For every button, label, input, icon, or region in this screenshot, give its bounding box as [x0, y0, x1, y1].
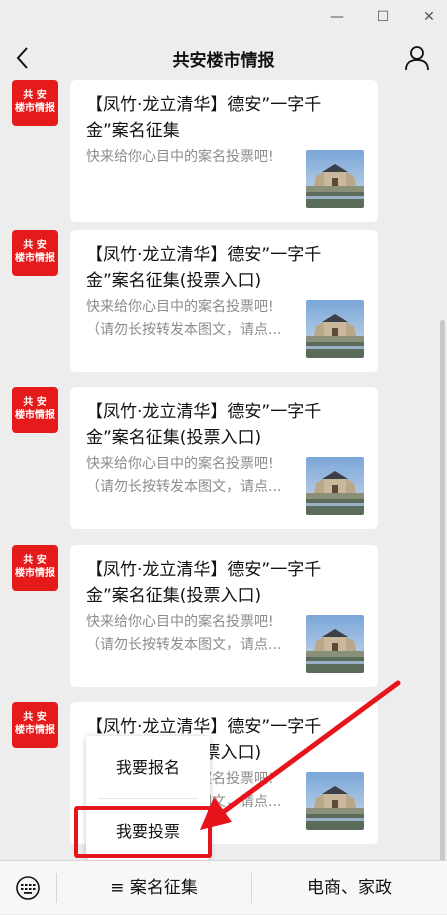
bottom-menu-services[interactable]: 电商、家政: [252, 861, 447, 915]
article-thumbnail: [306, 615, 364, 673]
article-title: 【凤竹·龙立清华】德安”一字千金”案名征集(投票入口): [86, 402, 322, 448]
avatar[interactable]: 共 安楼市情报: [12, 702, 58, 748]
avatar-label: 共 安: [23, 397, 47, 408]
avatar-label: 共 安: [23, 90, 47, 101]
vote-highlight-box: [74, 806, 212, 858]
article-title: 【凤竹·龙立清华】德安”一字千金”案名征集(投票入口): [86, 245, 322, 291]
message-feed[interactable]: 共 安楼市情报 【凤竹·龙立清华】德安”一字千金”案名征集 快来给你心目中的案名投票…: [0, 80, 447, 860]
avatar-label: 楼市情报: [15, 725, 55, 736]
article-thumbnail: [306, 300, 364, 358]
message-item: 共 安楼市情报【凤竹·龙立清华】德安”一字千金”案名征集(投票入口)快来给你心目…: [0, 545, 447, 695]
message-item: 共 安楼市情报【凤竹·龙立清华】德安”一字千金”案名征集(投票入口)快来给你心目…: [0, 230, 447, 380]
menu-item-signup[interactable]: 我要报名: [86, 746, 210, 790]
bottom-menu-campaign[interactable]: ≡ 案名征集: [57, 861, 251, 915]
avatar-label: 共 安: [23, 555, 47, 566]
article-thumbnail: [306, 457, 364, 515]
avatar-label: 楼市情报: [15, 103, 55, 114]
article-description: 快来给你心目中的案名投票吧! （请勿长按转发本图文，请点...: [86, 614, 282, 653]
avatar-label: 楼市情报: [15, 568, 55, 579]
article-card[interactable]: 【凤竹·龙立清华】德安”一字千金”案名征集(投票入口) 快来给你心目中的案名投票吧…: [70, 545, 378, 687]
keyboard-toggle-button[interactable]: [14, 876, 42, 900]
article-title: 【凤竹·龙立清华】德安”一字千金”案名征集: [86, 95, 322, 141]
article-thumbnail: [306, 772, 364, 830]
minimize-button[interactable]: —: [326, 6, 348, 28]
article-description: 快来给你心目中的案名投票吧! （请勿长按转发本图文，请点...: [86, 299, 282, 338]
avatar[interactable]: 共 安楼市情报: [12, 545, 58, 591]
article-card[interactable]: 【凤竹·龙立清华】德安”一字千金”案名征集(投票入口) 快来给你心目中的案名投票吧…: [70, 387, 378, 529]
bottom-menu-bar: ≡ 案名征集 电商、家政: [0, 860, 447, 914]
maximize-button[interactable]: ☐: [372, 6, 394, 28]
article-card[interactable]: 【凤竹·龙立清华】德安”一字千金”案名征集快来给你心目中的案名投票吧!: [70, 80, 378, 222]
avatar[interactable]: 共 安楼市情报: [12, 80, 58, 126]
message-item: 共 安楼市情报 【凤竹·龙立清华】德安”一字千金”案名征集 快来给你心目中的案名投票…: [0, 80, 447, 230]
window-title-bar: — ☐ ✕: [0, 0, 447, 36]
article-card[interactable]: 【凤竹·龙立清华】德安”一字千金”案名征集(投票入口) 快来给你心目中的案名投票吧…: [70, 230, 378, 372]
avatar-label: 共 安: [23, 712, 47, 723]
avatar-label: 楼市情报: [15, 410, 55, 421]
article-description: 快来给你心目中的案名投票吧! （请勿长按转发本图文，请点...: [86, 456, 282, 495]
keyboard-icon: [16, 876, 40, 900]
message-item: 共 安楼市情报【凤竹·龙立清华】德安”一字千金”案名征集(投票入口)快来给你心目…: [0, 387, 447, 537]
user-icon: [405, 46, 429, 71]
message-item: 共 安楼市情报【凤竹·龙立清华】德安”一字千金”案名征集(投票入口)快来给你心目…: [0, 702, 447, 852]
page-title: 共安楼市情报: [172, 51, 275, 71]
profile-button[interactable]: [403, 44, 431, 72]
avatar[interactable]: 共 安楼市情报: [12, 230, 58, 276]
article-description: 快来给你心目中的案名投票吧!: [86, 149, 274, 165]
avatar[interactable]: 共 安楼市情报: [12, 387, 58, 433]
article-thumbnail: [306, 150, 364, 208]
avatar-label: 楼市情报: [15, 253, 55, 264]
menu-divider: [98, 798, 198, 799]
avatar-label: 共 安: [23, 240, 47, 251]
close-button[interactable]: ✕: [418, 6, 440, 28]
nav-bar: 共安楼市情报: [0, 36, 447, 80]
article-title: 【凤竹·龙立清华】德安”一字千金”案名征集(投票入口): [86, 560, 322, 606]
